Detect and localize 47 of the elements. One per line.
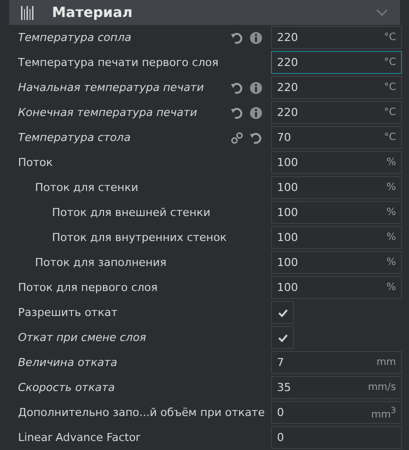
setting-label: Температура стола [18, 131, 132, 144]
setting-label: Температура сопла [18, 31, 132, 44]
input-field[interactable]: 100 % [271, 201, 402, 224]
setting-label: Величина отката [18, 356, 118, 369]
info-icon[interactable] [250, 32, 262, 44]
link-icon[interactable] [231, 132, 243, 144]
setting-label: Поток для первого слоя [18, 281, 159, 294]
input-field[interactable]: 70 °C [271, 126, 402, 149]
reset-icon[interactable] [231, 32, 243, 44]
input-field[interactable]: 220 °C [271, 51, 402, 74]
input-field[interactable]: 100 % [271, 251, 402, 274]
input-field[interactable]: 100 % [271, 276, 402, 299]
material-icon [21, 6, 35, 20]
setting-label: Начальная температура печати [18, 81, 205, 94]
section-title: Материал [52, 4, 134, 20]
input-field[interactable]: 220 °C [271, 26, 402, 49]
input-field[interactable]: 0 mm$^{3}$ [271, 401, 402, 424]
setting-label: Поток для заполнения [34, 256, 168, 269]
checkbox[interactable] [271, 326, 294, 349]
check-icon [278, 308, 288, 316]
reset-icon[interactable] [231, 106, 243, 118]
input-field[interactable]: 7 mm [271, 351, 402, 374]
input-field[interactable]: 220 °C [271, 76, 402, 99]
input-field[interactable]: 100 % [271, 226, 402, 249]
setting-label: Поток для внутренних стенок [51, 231, 228, 244]
setting-label: Температура печати первого слоя [18, 56, 220, 69]
reset-icon[interactable] [231, 82, 243, 94]
section-header[interactable]: Материал [9, 0, 400, 25]
info-icon[interactable] [250, 82, 262, 94]
setting-label: Поток для стенки [34, 181, 140, 194]
input-field[interactable]: 100 % [271, 151, 402, 174]
setting-label: Поток для внешней стенки [51, 206, 212, 219]
setting-label: Скорость отката [18, 381, 116, 394]
setting-label: Дополнительно запо...й объём при откате [18, 406, 266, 419]
checkbox[interactable] [271, 301, 294, 324]
setting-label: Разрешить откат [18, 306, 119, 319]
input-field[interactable]: 100 % [271, 176, 402, 199]
setting-label: Конечная температура печати [18, 106, 198, 119]
setting-label: Откат при смене слоя [18, 331, 148, 344]
input-field[interactable]: 220 °C [271, 101, 402, 124]
info-icon[interactable] [250, 106, 262, 118]
reset-icon[interactable] [250, 132, 262, 144]
setting-label: Поток [18, 156, 54, 169]
input-field[interactable]: 0 [271, 426, 402, 449]
setting-label: Linear Advance Factor [18, 431, 142, 444]
check-icon [278, 334, 288, 342]
input-field[interactable]: 35 mm/s [271, 376, 402, 399]
